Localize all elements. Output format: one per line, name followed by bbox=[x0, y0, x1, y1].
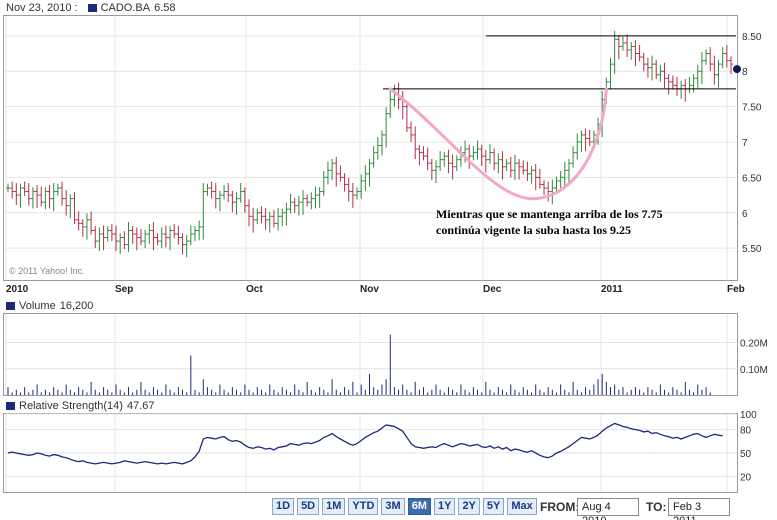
volume-tick-label: 0.20M bbox=[740, 339, 768, 350]
from-date-input[interactable]: Aug 4 2010 bbox=[577, 498, 639, 520]
x-tick-labels: 2010 Sep Oct Nov Dec 2011 Feb bbox=[6, 284, 745, 295]
x-tick-label: 2011 bbox=[601, 284, 623, 295]
rsi-tick-label: 80 bbox=[740, 426, 752, 437]
annotation-line-1: Mientras que se mantenga arriba de los 7… bbox=[436, 207, 663, 221]
price-tick-label: 7 bbox=[742, 138, 748, 149]
price-tick-label: 6 bbox=[742, 209, 748, 220]
range-button-5d[interactable]: 5D bbox=[297, 498, 320, 515]
range-button-1d[interactable]: 1D bbox=[272, 498, 295, 515]
y-tick-labels: 5.50 6 6.50 7 7.50 8 8.50 0.10M 0.20M 20 50 80 100 bbox=[740, 32, 768, 484]
range-button-1y[interactable]: 1Y bbox=[433, 498, 456, 515]
price-tick-label: 5.50 bbox=[742, 244, 762, 255]
volume-series bbox=[7, 334, 711, 395]
chart-canvas: 5.50 6 6.50 7 7.50 8 8.50 0.10M 0.20M 20 50 80 100 2… bbox=[5, 16, 768, 492]
cup-pattern-curve bbox=[388, 87, 608, 201]
range-button-3m[interactable]: 3M bbox=[381, 498, 405, 515]
range-button-1m[interactable]: 1M bbox=[322, 498, 346, 515]
range-button-max[interactable]: Max bbox=[507, 498, 537, 515]
x-tick-label: Dec bbox=[483, 284, 502, 295]
rsi-tick-label: 50 bbox=[740, 449, 752, 460]
grid-lines bbox=[5, 16, 736, 492]
current-price-marker bbox=[733, 65, 741, 74]
range-button-6m[interactable]: 6M bbox=[407, 498, 431, 515]
from-label: FROM: bbox=[540, 500, 580, 514]
price-tick-label: 8 bbox=[742, 67, 748, 78]
price-tick-label: 7.50 bbox=[742, 103, 762, 114]
volume-tick-label: 0.10M bbox=[740, 365, 768, 376]
to-label: TO: bbox=[646, 500, 667, 514]
range-button-ytd[interactable]: YTD bbox=[348, 498, 379, 515]
x-tick-label: Feb bbox=[727, 284, 745, 295]
x-tick-label: Oct bbox=[246, 284, 263, 295]
to-date-input[interactable]: Feb 3 2011 bbox=[668, 498, 730, 520]
price-tick-label: 8.50 bbox=[742, 32, 762, 43]
x-tick-label: Nov bbox=[360, 284, 379, 295]
range-button-2y[interactable]: 2Y bbox=[458, 498, 480, 515]
x-tick-label: 2010 bbox=[6, 284, 29, 295]
x-tick-label: Sep bbox=[115, 284, 133, 295]
rsi-tick-label: 20 bbox=[740, 472, 752, 483]
price-tick-label: 6.50 bbox=[742, 173, 762, 184]
range-selector: 1D 5D 1M YTD 3M 6M 1Y 2Y 5Y Max bbox=[272, 498, 537, 515]
resistance-levels bbox=[383, 35, 736, 90]
rsi-tick-label: 100 bbox=[740, 410, 757, 421]
annotation-line-2: continúa vigente la suba hasta los 9.25 bbox=[436, 223, 631, 237]
range-button-5y[interactable]: 5Y bbox=[482, 498, 505, 515]
copyright-text: © 2011 Yahoo! Inc. bbox=[9, 266, 85, 276]
